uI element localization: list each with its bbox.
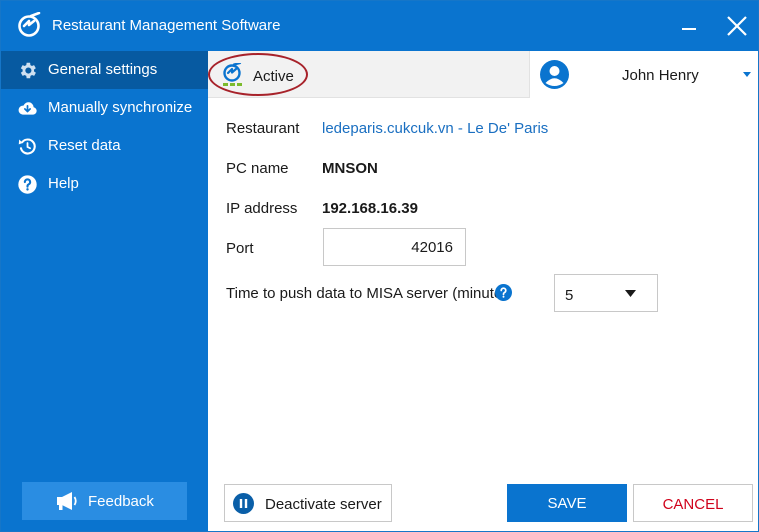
close-icon[interactable]	[722, 11, 752, 41]
user-name: John Henry	[622, 67, 699, 84]
user-menu[interactable]: John Henry	[529, 51, 758, 98]
user-avatar-icon	[540, 60, 569, 89]
restaurant-label: Restaurant	[226, 120, 300, 137]
sidebar-item-manually-synchronize[interactable]: Manually synchronize	[1, 89, 208, 127]
pc-name-label: PC name	[226, 160, 289, 177]
top-bar: Active John Henry	[208, 51, 758, 98]
cancel-label: CANCEL	[662, 496, 724, 513]
question-icon[interactable]	[495, 284, 512, 301]
status-label: Active	[253, 68, 294, 85]
sidebar-item-label: Help	[48, 175, 79, 192]
push-interval-value: 5	[565, 287, 574, 304]
sidebar-item-label: Reset data	[48, 137, 121, 154]
chevron-down-icon	[743, 72, 751, 77]
caret-down-icon	[625, 290, 636, 297]
port-label: Port	[226, 240, 254, 257]
megaphone-icon	[57, 492, 77, 510]
deactivate-label: Deactivate server	[265, 496, 382, 513]
ip-address-value: 192.168.16.39	[322, 200, 418, 217]
sidebar-item-general-settings[interactable]: General settings	[1, 51, 208, 89]
pause-icon	[233, 493, 254, 514]
app-window: Restaurant Management Software General s…	[0, 0, 759, 532]
feedback-label: Feedback	[88, 493, 154, 510]
sidebar-item-label: Manually synchronize	[48, 99, 193, 116]
cancel-button[interactable]: CANCEL	[633, 484, 753, 522]
window-title: Restaurant Management Software	[52, 17, 281, 34]
feedback-button[interactable]: Feedback	[22, 482, 187, 520]
port-input[interactable]	[323, 228, 466, 266]
reset-icon	[18, 138, 36, 155]
sidebar-item-label: General settings	[48, 61, 158, 78]
question-icon	[18, 175, 37, 194]
sidebar: General settings Manually synchronize Re…	[1, 51, 208, 531]
restaurant-link[interactable]: ledeparis.cukcuk.vn - Le De' Paris	[322, 120, 548, 137]
ip-address-label: IP address	[226, 200, 298, 217]
save-label: SAVE	[547, 495, 587, 512]
cloud-download-icon	[18, 102, 37, 115]
sidebar-item-reset-data[interactable]: Reset data	[1, 127, 208, 165]
gear-icon	[20, 62, 36, 79]
sync-status-icon	[223, 63, 242, 86]
minimize-icon[interactable]	[674, 11, 704, 41]
pc-name-value: MNSON	[322, 160, 378, 177]
push-interval-label: Time to push data to MISA server (minute…	[226, 285, 508, 302]
sidebar-item-help[interactable]: Help	[1, 165, 208, 203]
misa-logo-icon	[18, 12, 41, 37]
title-bar: Restaurant Management Software	[1, 1, 758, 51]
save-button[interactable]: SAVE	[507, 484, 627, 522]
push-interval-select[interactable]: 5	[554, 274, 658, 312]
connection-status: Active	[218, 60, 294, 90]
deactivate-server-button[interactable]: Deactivate server	[224, 484, 392, 522]
